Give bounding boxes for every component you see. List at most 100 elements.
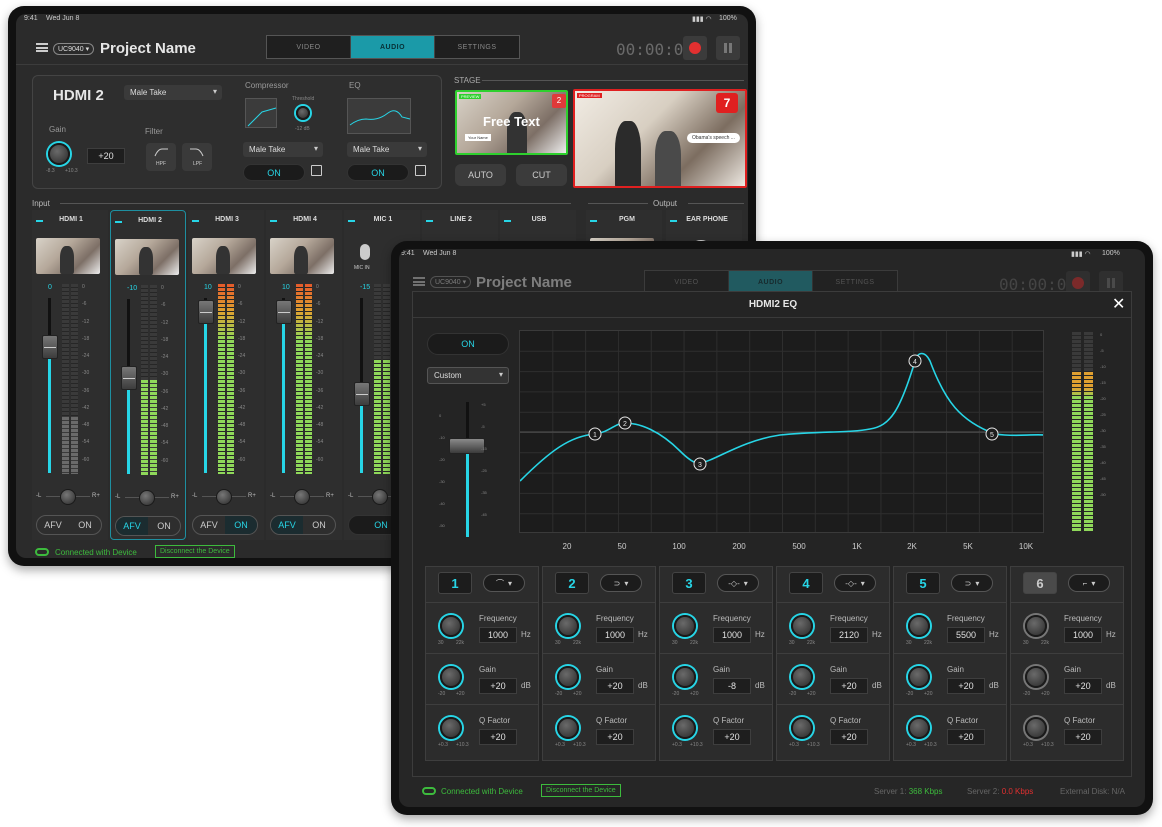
close-icon[interactable]: ✕ [1112, 294, 1125, 314]
tab-video[interactable]: VIDEO [267, 36, 351, 58]
gain-value[interactable]: +20 [830, 678, 868, 694]
eq-popout-icon[interactable] [415, 165, 426, 176]
filter-type-dropdown[interactable]: ⊃ ▾ [951, 574, 993, 592]
tab-settings[interactable]: SETTINGS [435, 36, 519, 58]
fader-handle[interactable] [354, 382, 370, 407]
channel-collapse-icon[interactable] [348, 220, 355, 222]
gain-knob[interactable] [674, 666, 696, 688]
frequency-value[interactable]: 1000 [479, 627, 517, 643]
frequency-knob[interactable] [440, 615, 462, 637]
gain-knob[interactable] [440, 666, 462, 688]
eq-band-node[interactable]: 3 [693, 457, 707, 471]
preview-monitor[interactable]: PREVIEW 2 Free Text Your Name [455, 90, 568, 155]
gain-value[interactable]: +20 [1064, 678, 1102, 694]
pan-knob[interactable] [372, 489, 388, 505]
fader-handle[interactable] [276, 300, 292, 324]
master-fader[interactable]: +5 0 -5 -10 -15 -20 -25 -30 -35 -40 -45 -50 [437, 402, 497, 547]
q-factor-value[interactable]: +20 [596, 729, 634, 745]
frequency-value[interactable]: 5500 [947, 627, 985, 643]
fader-handle[interactable] [198, 300, 214, 324]
disconnect-button[interactable]: Disconnect the Device [155, 545, 235, 558]
filter-type-dropdown[interactable]: -◇- ▾ [717, 574, 759, 592]
filter-type-dropdown[interactable]: ⊃ ▾ [600, 574, 642, 592]
afv-option[interactable]: AFV [116, 517, 148, 535]
frequency-knob[interactable] [557, 615, 579, 637]
gain-value[interactable]: +20 [87, 148, 125, 164]
gain-value[interactable]: +20 [479, 678, 517, 694]
frequency-knob[interactable] [908, 615, 930, 637]
eq-preset-select[interactable]: Male Take [347, 142, 427, 157]
lpf-button[interactable]: LPF [182, 143, 212, 171]
auto-button[interactable]: AUTO [455, 164, 506, 186]
program-monitor[interactable]: PROGRAM 7 Obama's speech ... [573, 89, 747, 188]
gain-knob[interactable] [48, 143, 70, 165]
threshold-knob[interactable] [296, 106, 310, 120]
eq-modal-on-toggle[interactable]: ON [427, 333, 509, 355]
q-factor-value[interactable]: +20 [947, 729, 985, 745]
frequency-value[interactable]: 1000 [596, 627, 634, 643]
eq-band-node[interactable]: 2 [618, 416, 632, 430]
band-number[interactable]: 3 [672, 572, 706, 594]
filter-type-dropdown[interactable]: ⌐ ▾ [1068, 574, 1110, 592]
model-selector[interactable]: UC9040 ▾ [53, 43, 95, 55]
band-number[interactable]: 5 [906, 572, 940, 594]
q-factor-value[interactable]: +20 [1064, 729, 1102, 745]
channel-thumbnail[interactable] [192, 238, 256, 274]
pause-button[interactable] [716, 36, 740, 60]
frequency-value[interactable]: 2120 [830, 627, 868, 643]
gain-value[interactable]: +20 [947, 678, 985, 694]
fader-handle[interactable] [42, 335, 58, 359]
tab-audio[interactable]: AUDIO [351, 36, 435, 58]
band-number[interactable]: 6 [1023, 572, 1057, 594]
band-number[interactable]: 4 [789, 572, 823, 594]
channel-collapse-icon[interactable] [192, 220, 199, 222]
frequency-knob[interactable] [674, 615, 696, 637]
output-collapse-icon[interactable] [590, 220, 597, 222]
gain-knob[interactable] [791, 666, 813, 688]
channel-collapse-icon[interactable] [426, 220, 433, 222]
master-fader-handle[interactable] [449, 438, 485, 454]
pan-knob[interactable] [216, 489, 232, 505]
frequency-knob[interactable] [1025, 615, 1047, 637]
on-option[interactable]: ON [148, 517, 180, 535]
gain-value[interactable]: +20 [596, 678, 634, 694]
frequency-knob[interactable] [791, 615, 813, 637]
q-factor-knob[interactable] [791, 717, 813, 739]
eq-response-graph[interactable]: 1 2 3 4 5 [519, 330, 1044, 533]
eq-band-node[interactable]: 1 [588, 427, 602, 441]
pan-knob[interactable] [60, 489, 76, 505]
gain-knob[interactable] [557, 666, 579, 688]
afv-toggle[interactable]: AFV ON [115, 516, 181, 536]
compressor-preset-select[interactable]: Male Take [243, 142, 323, 157]
eq-modal-preset-select[interactable]: Custom [427, 367, 509, 384]
channel-thumbnail[interactable] [115, 239, 179, 275]
frequency-value[interactable]: 1000 [713, 627, 751, 643]
eq-band-node[interactable]: 4 [908, 354, 922, 368]
hpf-button[interactable]: HPF [146, 143, 176, 171]
gain-knob[interactable] [1025, 666, 1047, 688]
gain-knob[interactable] [908, 666, 930, 688]
channel-collapse-icon[interactable] [504, 220, 511, 222]
filter-type-dropdown[interactable]: -◇- ▾ [834, 574, 876, 592]
afv-option[interactable]: AFV [193, 516, 225, 534]
channel-thumbnail[interactable] [36, 238, 100, 274]
eq-band-node[interactable]: 5 [985, 427, 999, 441]
on-option[interactable]: ON [303, 516, 335, 534]
q-factor-value[interactable]: +20 [479, 729, 517, 745]
channel-thumbnail[interactable] [270, 238, 334, 274]
fader-handle[interactable] [121, 365, 137, 390]
record-button[interactable] [683, 36, 707, 60]
disconnect-button-front[interactable]: Disconnect the Device [541, 784, 621, 797]
q-factor-knob[interactable] [1025, 717, 1047, 739]
eq-on-toggle[interactable]: ON [347, 164, 409, 181]
afv-option[interactable]: AFV [37, 516, 69, 534]
eq-graph[interactable] [347, 98, 411, 134]
compressor-on-toggle[interactable]: ON [243, 164, 305, 181]
afv-toggle[interactable]: AFV ON [270, 515, 336, 535]
afv-toggle[interactable]: AFV ON [36, 515, 102, 535]
output-collapse-icon[interactable] [670, 220, 677, 222]
band-number[interactable]: 1 [438, 572, 472, 594]
q-factor-value[interactable]: +20 [713, 729, 751, 745]
channel-collapse-icon[interactable] [270, 220, 277, 222]
filter-type-dropdown[interactable]: ⌒ ▾ [483, 574, 525, 592]
